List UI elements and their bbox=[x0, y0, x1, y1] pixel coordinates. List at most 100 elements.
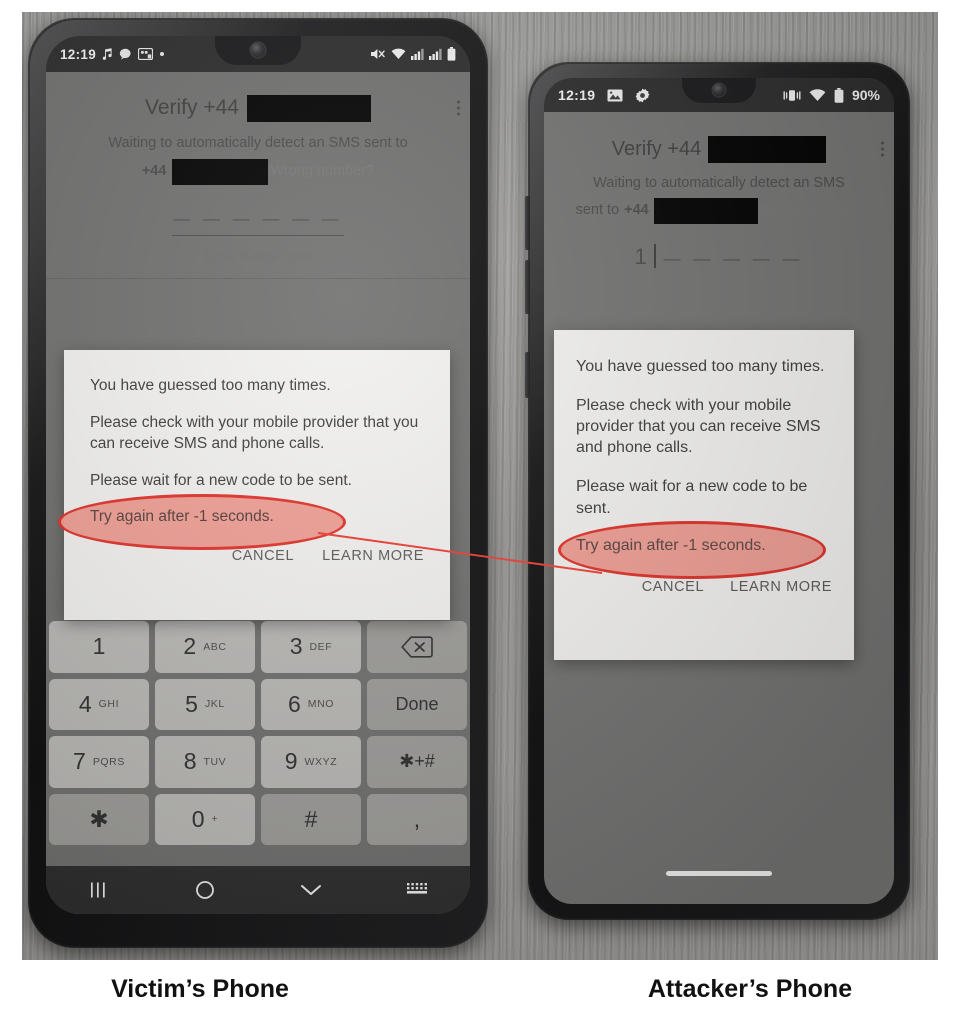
attacker-battery-percent: 90% bbox=[851, 87, 880, 103]
caption-victim-phone: Victim’s Phone bbox=[111, 975, 289, 1003]
attacker-text-cursor bbox=[654, 243, 657, 268]
victim-camera-notch bbox=[215, 36, 301, 65]
gear-icon bbox=[635, 88, 650, 102]
keypad-key-8[interactable]: 8 TUV bbox=[155, 736, 255, 788]
attacker-waiting-prefix: +44 bbox=[624, 201, 649, 218]
backspace-icon bbox=[401, 636, 433, 658]
victim-dialog-highlight-row: Try again after -1 seconds. bbox=[58, 493, 424, 550]
attacker-waiting-text: Waiting to automatically detect an SMS s… bbox=[544, 174, 894, 224]
victim-code-hint: Enter 6-digit code bbox=[203, 247, 313, 264]
victim-code-input[interactable]: — — — — — — bbox=[46, 209, 470, 236]
wrong-number-link[interactable]: Wrong number? bbox=[270, 162, 374, 182]
victim-status-time: 12:19 bbox=[60, 46, 97, 62]
victim-dialog-line3: Please wait for a new code to be sent. bbox=[90, 472, 352, 490]
victim-code-dashes: — — — — — — bbox=[173, 208, 343, 228]
victim-waiting-text: Waiting to automatically detect an SMS s… bbox=[46, 134, 470, 185]
attacker-dialog-line2: Please check with your mobile provider t… bbox=[576, 397, 821, 457]
music-note-icon bbox=[102, 47, 112, 60]
victim-content-divider bbox=[46, 277, 470, 279]
attacker-volume-down-button[interactable] bbox=[525, 260, 530, 314]
figure-root: 12:19 Verify +44 Waiting to automaticall… bbox=[0, 0, 960, 1020]
attacker-dialog-countdown: Try again after -1 seconds. bbox=[576, 536, 766, 554]
victim-phone-screen: 12:19 Verify +44 Waiting to automaticall… bbox=[46, 36, 470, 914]
keypad-key-7[interactable]: 7 PQRS bbox=[49, 736, 149, 788]
attacker-phone: 12:19 90% Verify +44 Waiting to automati… bbox=[525, 62, 910, 920]
keypad-key-6[interactable]: 6 MNO bbox=[261, 678, 361, 730]
keypad-key-comma[interactable]: , bbox=[367, 793, 467, 845]
photograph-of-two-phones: 12:19 Verify +44 Waiting to automaticall… bbox=[22, 12, 938, 960]
keypad-key-hash[interactable]: # bbox=[261, 793, 361, 845]
victim-navigation-bar[interactable] bbox=[46, 866, 470, 914]
home-icon[interactable] bbox=[152, 880, 258, 900]
mute-icon bbox=[371, 49, 385, 59]
victim-front-camera-icon bbox=[250, 42, 266, 58]
attacker-dialog-highlight-row: Try again after -1 seconds. bbox=[558, 520, 832, 579]
signal-bars-icon bbox=[411, 48, 424, 60]
chevron-down-glyph bbox=[301, 885, 321, 895]
victim-dialog-line1: You have guessed too many times. bbox=[90, 377, 331, 394]
keypad-key-1[interactable]: 1 bbox=[49, 621, 149, 673]
kebab-menu-icon[interactable] bbox=[457, 100, 460, 116]
cancel-button[interactable]: CANCEL bbox=[232, 548, 294, 564]
keypad-key-4[interactable]: 4 GHI bbox=[49, 678, 149, 730]
wrong-number-link[interactable]: Wrong number? bbox=[759, 201, 863, 221]
keyboard-glyph bbox=[407, 883, 427, 894]
chat-bubble-icon bbox=[119, 48, 131, 60]
home-gesture-pill[interactable] bbox=[666, 871, 772, 876]
keypad-key-9[interactable]: 9 WXYZ bbox=[261, 736, 361, 788]
attacker-front-camera-icon bbox=[712, 83, 726, 97]
victim-numeric-keypad[interactable]: 1 2 ABC 3 DEF 4 GHI 5 JKL 6 MNO Done 7 PQRS 8T… bbox=[46, 618, 470, 848]
keypad-key-symbols[interactable]: ✱+# bbox=[367, 736, 467, 788]
attacker-code-input[interactable]: 1 — — — — — bbox=[544, 243, 894, 270]
back-chevron-icon[interactable] bbox=[258, 883, 364, 897]
caption-attacker-phone: Attacker’s Phone bbox=[647, 975, 853, 1003]
victim-title-redaction bbox=[246, 94, 371, 122]
recents-glyph bbox=[91, 882, 105, 898]
home-glyph bbox=[196, 881, 214, 899]
wifi-icon bbox=[809, 88, 826, 101]
victim-dialog-line2: Please check with your mobile provider t… bbox=[90, 414, 419, 452]
victim-dialog-countdown: Try again after -1 seconds. bbox=[90, 507, 274, 525]
victim-phone: 12:19 Verify +44 Waiting to automaticall… bbox=[28, 18, 488, 948]
learn-more-button[interactable]: LEARN MORE bbox=[322, 548, 424, 564]
learn-more-button[interactable]: LEARN MORE bbox=[730, 579, 832, 595]
victim-number-redaction bbox=[172, 158, 269, 185]
attacker-phone-screen: 12:19 90% Verify +44 Waiting to automati… bbox=[544, 78, 894, 904]
dot-icon bbox=[160, 52, 165, 56]
keypad-key-2[interactable]: 2 ABC bbox=[155, 621, 255, 673]
keypad-key-backspace[interactable] bbox=[367, 621, 467, 673]
screenshot-icon bbox=[138, 48, 154, 60]
battery-icon bbox=[447, 47, 456, 61]
keypad-key-5[interactable]: 5 JKL bbox=[155, 678, 255, 730]
attacker-dialog-actions: CANCEL LEARN MORE bbox=[576, 579, 832, 595]
victim-status-left: 12:19 bbox=[60, 47, 165, 62]
attacker-app-title-bar: Verify +44 bbox=[544, 124, 894, 174]
victim-app-title-bar: Verify +44 bbox=[46, 82, 470, 134]
recents-icon[interactable] bbox=[46, 882, 152, 898]
victim-waiting-line1: Waiting to automatically detect an SMS s… bbox=[108, 135, 408, 151]
wifi-icon bbox=[391, 48, 406, 59]
keypad-key-star[interactable]: ✱ bbox=[49, 793, 149, 845]
attacker-number-redaction bbox=[653, 197, 758, 224]
keypad-key-3[interactable]: 3 DEF bbox=[261, 621, 361, 673]
attacker-app-title-text: Verify +44 bbox=[611, 137, 702, 160]
cancel-button[interactable]: CANCEL bbox=[642, 579, 704, 595]
attacker-status-time: 12:19 bbox=[558, 87, 596, 103]
attacker-entered-digit: 1 bbox=[634, 243, 647, 269]
attacker-dialog-line1: You have guessed too many times. bbox=[576, 358, 825, 375]
keypad-key-done[interactable]: Done bbox=[367, 678, 467, 730]
attacker-title-redaction bbox=[708, 135, 827, 163]
attacker-status-right: 90% bbox=[783, 87, 880, 103]
keyboard-icon[interactable] bbox=[364, 883, 470, 897]
attacker-power-button[interactable] bbox=[525, 352, 530, 398]
attacker-error-dialog: You have guessed too many times. Please … bbox=[554, 330, 854, 660]
kebab-menu-icon[interactable] bbox=[881, 141, 884, 157]
attacker-code-dashes: — — — — — bbox=[663, 248, 804, 268]
attacker-waiting-line2-prefix: sent to bbox=[575, 201, 620, 218]
attacker-volume-up-button[interactable] bbox=[525, 196, 530, 250]
keypad-key-0[interactable]: 0 + bbox=[155, 793, 255, 845]
image-icon bbox=[607, 89, 623, 101]
signal-bars-icon bbox=[429, 48, 442, 60]
victim-status-right bbox=[370, 47, 456, 61]
attacker-waiting-line1: Waiting to automatically detect an SMS bbox=[593, 175, 845, 191]
